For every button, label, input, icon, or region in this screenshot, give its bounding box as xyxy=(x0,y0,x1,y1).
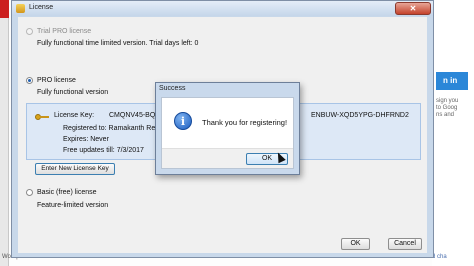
registered-to-text: Registered to: Ramakanth Reddy xyxy=(63,125,167,132)
key-icon xyxy=(35,114,49,120)
trial-license-radio[interactable] xyxy=(26,28,33,35)
license-title-bar[interactable]: License ✕ xyxy=(12,1,433,16)
license-key-label: License Key: xyxy=(54,112,95,119)
ok-button[interactable]: OK xyxy=(341,238,370,250)
pro-license-description: Fully functional version xyxy=(37,89,109,96)
background-right-panel: n in sign you to Goog ns and xyxy=(432,0,474,266)
success-message: Thank you for registering! xyxy=(202,118,288,127)
free-updates-text: Free updates till: 7/3/2017 xyxy=(63,147,144,154)
pro-license-radio[interactable] xyxy=(26,77,33,84)
trial-license-description: Fully functional time limited version. T… xyxy=(37,40,199,47)
background-left-strip xyxy=(0,0,9,266)
basic-license-radio[interactable] xyxy=(26,189,33,196)
basic-license-label: Basic (free) license xyxy=(37,189,97,196)
background-red-bar xyxy=(0,0,9,18)
background-text-line-1: sign you xyxy=(436,98,459,104)
success-dialog-content: i Thank you for registering! OK xyxy=(161,97,294,169)
background-text-line-2: to Goog xyxy=(436,105,458,111)
license-window-title: License xyxy=(29,4,54,11)
pro-license-label: PRO license xyxy=(37,77,76,84)
license-key-value-end: ENBUW-XQD5YPG-DHFRND2 xyxy=(311,112,409,119)
expires-text: Expires: Never xyxy=(63,136,109,143)
cancel-button[interactable]: Cancel xyxy=(388,238,422,250)
info-icon: i xyxy=(174,112,192,130)
basic-license-description: Feature-limited version xyxy=(37,202,109,209)
license-app-icon xyxy=(16,4,25,13)
success-dialog-footer: OK xyxy=(162,148,293,168)
close-button[interactable]: ✕ xyxy=(395,2,431,15)
background-text-line-3: ns and xyxy=(436,112,455,118)
background-sign-in-button[interactable]: n in xyxy=(436,72,468,90)
success-dialog-title: Success xyxy=(159,85,186,92)
trial-license-label: Trial PRO license xyxy=(37,28,92,35)
enter-new-license-key-button[interactable]: Enter New License Key xyxy=(35,163,115,175)
